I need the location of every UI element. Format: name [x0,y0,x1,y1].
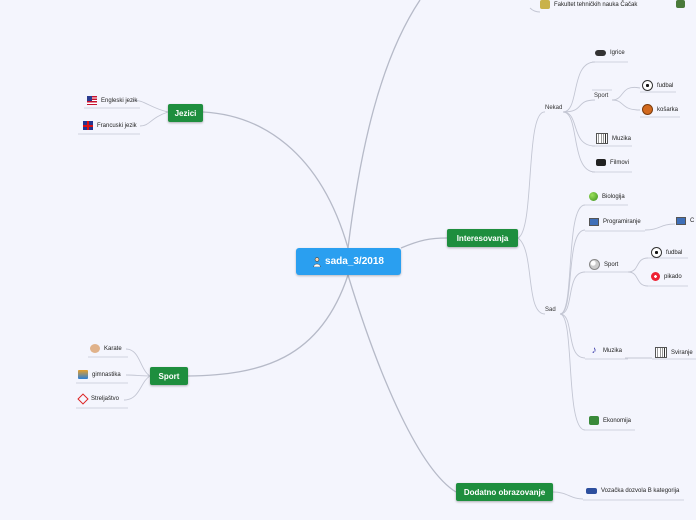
leaf-kosarka[interactable]: košarka [642,104,678,115]
node-fakultet[interactable]: Fakultet tehničkih nauka Čačak [540,0,637,9]
leaf-c[interactable]: C [676,217,694,225]
uk-flag-icon [83,121,93,130]
us-flag-icon [87,96,97,105]
leaf-karate[interactable]: Karate [90,344,122,353]
leaf-francuski-jezik[interactable]: Francuski jezik [83,121,137,130]
central-topic-label: sada_3/2018 [325,256,384,267]
leaf-filmovi[interactable]: Filmovi [596,159,629,166]
leaf-engleski-jezik[interactable]: Engleski jezik [87,96,137,105]
leaf-label: Ekonomija [603,417,632,424]
leaf-label: C [690,218,695,224]
node-sad[interactable]: Sad [545,307,556,313]
branch-label: Jezici [174,108,197,118]
leaf-label: Francuski jezik [97,122,137,129]
monitor-icon [589,218,599,226]
gymnastics-icon [78,370,88,379]
leaf-gimnastika[interactable]: gimnastika [78,370,121,379]
dartboard-icon [651,272,660,281]
leaf-ekonomija[interactable]: Ekonomija [589,416,631,425]
leaf-vozacka-dozvola[interactable]: Vozačka dozvola B kategorija [586,488,679,494]
apple-icon [589,192,598,201]
leaf-igrice[interactable]: Igrice [595,50,625,56]
leaf-label: gimnastika [92,371,121,378]
music-note-icon: ♪ [591,345,597,356]
shooting-icon [77,393,89,405]
soccer-ball-icon [642,80,653,91]
leaf-streljastvo[interactable]: Streljaštvo [77,393,120,405]
leaf-pikado[interactable]: pikado [651,272,682,281]
node-nekad-sport[interactable]: Sport [594,93,608,99]
karate-icon [90,344,100,353]
leaf-fudbal-sad[interactable]: fudbal [651,247,682,258]
branch-interesovanja[interactable]: Interesovanja [447,229,518,247]
leaf-label: košarka [657,106,679,113]
leaf-label: Igrice [610,50,625,56]
university-icon [540,0,550,9]
node-sad-sport[interactable]: Sport [589,259,618,270]
leaf-muzika-sad[interactable]: ♪ Muzika [589,345,623,356]
leaf-label: fudbal [657,82,674,89]
leaf-label: Streljaštvo [91,396,120,402]
leaf-label: Karate [104,345,122,352]
leaf-label: Filmovi [610,159,629,166]
branch-label: Dodatno obrazovanje [463,487,546,497]
car-icon [586,488,597,494]
leaf-fudbal-nekad[interactable]: fudbal [642,80,673,91]
soccer-ball-icon [651,247,662,258]
leaf-muzika-nekad[interactable]: Muzika [596,133,631,144]
book-icon [676,0,685,8]
leaf-label: pikado [664,273,682,280]
volleyball-icon [589,259,600,270]
leaf-label: Muzika [612,135,632,142]
person-icon [313,256,321,267]
leaf-label: Sport [604,261,619,268]
monitor-icon [676,217,686,225]
leaf-sviranje[interactable]: Sviranje [655,347,693,358]
branch-jezici[interactable]: Jezici [168,104,203,122]
leaf-biologija[interactable]: Biologija [589,192,625,201]
node-label: Fakultet tehničkih nauka Čačak [554,1,638,8]
piano-icon [596,133,608,144]
camera-icon [596,159,606,166]
node-nekad[interactable]: Nekad [545,105,562,111]
leaf-label: Muzika [603,347,623,354]
gamepad-icon [595,50,606,56]
leaf-label: Engleski jezik [101,97,138,104]
leaf-label: Programiranje [603,219,641,225]
leaf-label: fudbal [666,249,683,256]
sheet-music-icon [655,347,667,358]
branch-sport[interactable]: Sport [150,367,188,385]
central-topic[interactable]: sada_3/2018 [296,248,401,275]
leaf-label: Sviranje [671,349,693,356]
branch-label: Sport [158,371,180,381]
branch-label: Interesovanja [456,233,509,243]
leaf-label: Vozačka dozvola B kategorija [601,488,680,494]
basketball-icon [642,104,653,115]
leaf-programiranje[interactable]: Programiranje [589,218,641,226]
branch-dodatno-obrazovanje[interactable]: Dodatno obrazovanje [456,483,553,501]
leaf-label: Biologija [602,193,625,200]
money-icon [589,416,599,425]
